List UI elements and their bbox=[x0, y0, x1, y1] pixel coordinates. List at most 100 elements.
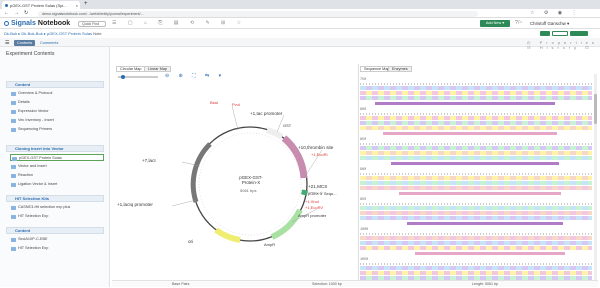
translation-track[interactable] bbox=[360, 211, 592, 215]
tab-linear-map[interactable]: Linear Map bbox=[144, 66, 171, 72]
translation-track[interactable] bbox=[360, 126, 592, 130]
forward-icon[interactable]: → bbox=[14, 10, 19, 16]
notifications-icon[interactable]: ?⚐ bbox=[515, 20, 522, 26]
translation-track[interactable] bbox=[360, 246, 592, 250]
label-ecori[interactable]: +1,EcoRI bbox=[311, 152, 328, 157]
content-toolbar bbox=[0, 38, 600, 47]
label-gst[interactable]: GST bbox=[283, 123, 291, 128]
sidebar-item[interactable]: HIT Selection Exp bbox=[10, 213, 104, 220]
add-new-button[interactable]: Add New ▾ bbox=[480, 20, 510, 27]
sequence-scrollbar[interactable] bbox=[594, 74, 597, 280]
sidebar-item-active[interactable]: pGEX-GST Protein Sulas bbox=[10, 154, 104, 161]
back-icon[interactable]: ← bbox=[4, 10, 9, 16]
label-pgex3[interactable]: pGEX 3' Sequ... bbox=[308, 191, 337, 196]
sidebar-item[interactable]: SeclA10P-C-EBE bbox=[10, 236, 104, 243]
sidebar-item[interactable]: Reaction bbox=[10, 172, 104, 179]
sidebar-item[interactable]: CASNE3-Hit selection exp plus bbox=[10, 204, 104, 211]
new-tab-icon[interactable]: + bbox=[84, 1, 88, 7]
sequence-row-number: 950 bbox=[360, 198, 367, 202]
feature-annotation[interactable] bbox=[383, 132, 557, 135]
translation-track[interactable] bbox=[360, 91, 592, 95]
breadcrumb-item[interactable]: pGEX-GST Protein Sulas bbox=[47, 31, 92, 36]
label-pvui[interactable]: PvuI bbox=[232, 102, 240, 107]
label-ampr[interactable]: AmpR bbox=[264, 242, 275, 247]
tab-close-icon[interactable]: × bbox=[76, 3, 78, 8]
logo-brand-suffix: Notebook bbox=[37, 20, 71, 27]
label-thrombin[interactable]: +10,thrombin site bbox=[298, 145, 333, 150]
sidebar-title: Experiment Contents bbox=[6, 51, 55, 57]
status-badges[interactable] bbox=[540, 31, 588, 36]
sidebar-item[interactable]: Ligation Vector & Insert bbox=[10, 181, 104, 188]
translation-track[interactable] bbox=[360, 116, 592, 120]
browser-menu-icons[interactable]: ☆ ⚙ ◉ ⋮ bbox=[530, 10, 581, 16]
translation-track[interactable] bbox=[360, 146, 592, 150]
breadcrumb-item[interactable]: Dk-Bok-Bok bbox=[21, 31, 42, 36]
translation-track[interactable] bbox=[360, 176, 592, 180]
map-tool-icons[interactable]: ⊖ ⊕ ⛶ ⇆ ▾ bbox=[165, 73, 225, 79]
label-xhoi[interactable]: +1,XhoI bbox=[305, 199, 319, 204]
sidebar-item[interactable]: HIT Selection Exp bbox=[10, 245, 104, 252]
breadcrumb: Dk-Bok ▸ Dk-Bok-Bok ▸ pGEX-GST Protein S… bbox=[4, 31, 102, 36]
scroll-thumb[interactable] bbox=[594, 94, 597, 124]
logo-brand: Signals bbox=[11, 20, 36, 27]
label-tac-promoter[interactable]: +1,tac promoter bbox=[250, 111, 282, 116]
sidebar-section[interactable]: Content bbox=[6, 81, 104, 88]
sidebar-section[interactable]: Content bbox=[6, 227, 104, 234]
label-ori[interactable]: ori bbox=[188, 239, 193, 244]
sidebar-item[interactable]: Overview & Protocol bbox=[10, 90, 104, 97]
reload-icon[interactable]: ↻ bbox=[24, 10, 28, 16]
translation-track[interactable] bbox=[360, 236, 592, 240]
feature-annotation[interactable] bbox=[415, 252, 565, 255]
translation-track[interactable] bbox=[360, 216, 592, 220]
label-laci[interactable]: +7,lacI bbox=[142, 158, 156, 163]
translation-track[interactable] bbox=[360, 86, 592, 90]
map-center-size: 5061 bps bbox=[240, 188, 257, 193]
label-laciq[interactable]: +1,lacIq promoter bbox=[117, 202, 153, 207]
translation-track[interactable] bbox=[360, 151, 592, 155]
browser-tab[interactable]: pGEX-GST Protein Sulas (Spi... × bbox=[2, 1, 80, 9]
app-logo[interactable]: Signals Notebook bbox=[4, 20, 70, 27]
zoom-handle[interactable] bbox=[121, 74, 125, 79]
menu-icon[interactable]: ☰ bbox=[5, 40, 9, 46]
translation-track[interactable] bbox=[360, 241, 592, 245]
quick-find-input[interactable]: Quick Find bbox=[78, 20, 106, 27]
translation-track[interactable] bbox=[360, 206, 592, 210]
sidebar-item[interactable]: Sequencing Primers bbox=[10, 126, 104, 133]
browser-tab-title: pGEX-GST Protein Sulas (Spi... bbox=[10, 2, 67, 8]
feature-annotation[interactable] bbox=[399, 192, 561, 195]
feature-annotation[interactable] bbox=[391, 162, 559, 165]
translation-track[interactable] bbox=[360, 96, 592, 100]
zoom-slider[interactable] bbox=[118, 74, 158, 79]
label-ecorv[interactable]: +1,EcoRV bbox=[305, 205, 323, 210]
sequence-ruler bbox=[360, 173, 592, 175]
sidebar-section[interactable]: Cloning Insert into Vector bbox=[6, 145, 104, 152]
breadcrumb-item[interactable]: Dk-Bok bbox=[4, 31, 17, 36]
map-center-name: pGEX-GST-Protein-X bbox=[239, 175, 263, 185]
feature-annotation[interactable] bbox=[407, 222, 563, 225]
view-options-icons[interactable]: ◴ Properties ☷ History ⊡ bbox=[527, 40, 600, 50]
translation-track[interactable] bbox=[360, 186, 592, 190]
translation-track[interactable] bbox=[360, 271, 592, 275]
sidebar-item[interactable]: Details bbox=[10, 99, 104, 106]
contents-button[interactable]: Contents bbox=[14, 40, 36, 46]
label-mcs[interactable]: +21,MCS bbox=[308, 184, 327, 189]
tab-enzymes[interactable]: Enzymes bbox=[388, 66, 412, 72]
status-bar: Base Pairs Selection: 1000 bp Length: 50… bbox=[112, 280, 598, 287]
translation-track[interactable] bbox=[360, 121, 592, 125]
label-ampr-promoter[interactable]: AmpR promoter bbox=[298, 213, 326, 218]
app-toolbar-icons[interactable]: ☰ ▢ ⌂ ⎘ ▤ ⟲ ✎ ⊞ ☆ bbox=[112, 20, 246, 26]
user-menu[interactable]: Christoff Ganschw ▾ bbox=[530, 21, 569, 27]
sidebar-item[interactable]: Vector and Insert bbox=[10, 163, 104, 170]
comments-button[interactable]: Comments bbox=[40, 40, 58, 46]
translation-track[interactable] bbox=[360, 156, 592, 160]
sidebar-item[interactable]: Expression Vector bbox=[10, 108, 104, 115]
url-input[interactable]: demo.signalsnotebook.com/.../web#/entity… bbox=[38, 11, 478, 17]
sidebar-item[interactable]: Vec Inventory - Insert bbox=[10, 117, 104, 124]
label-bsai[interactable]: BsaI bbox=[210, 100, 218, 105]
feature-annotation[interactable] bbox=[375, 102, 555, 105]
translation-track[interactable] bbox=[360, 181, 592, 185]
sidebar-section[interactable]: HIT Selection Kits bbox=[6, 195, 104, 202]
translation-track[interactable] bbox=[360, 266, 592, 270]
sequence-row-number: 1050 bbox=[360, 258, 369, 262]
tab-circular-map[interactable]: Circular Map bbox=[116, 66, 146, 72]
